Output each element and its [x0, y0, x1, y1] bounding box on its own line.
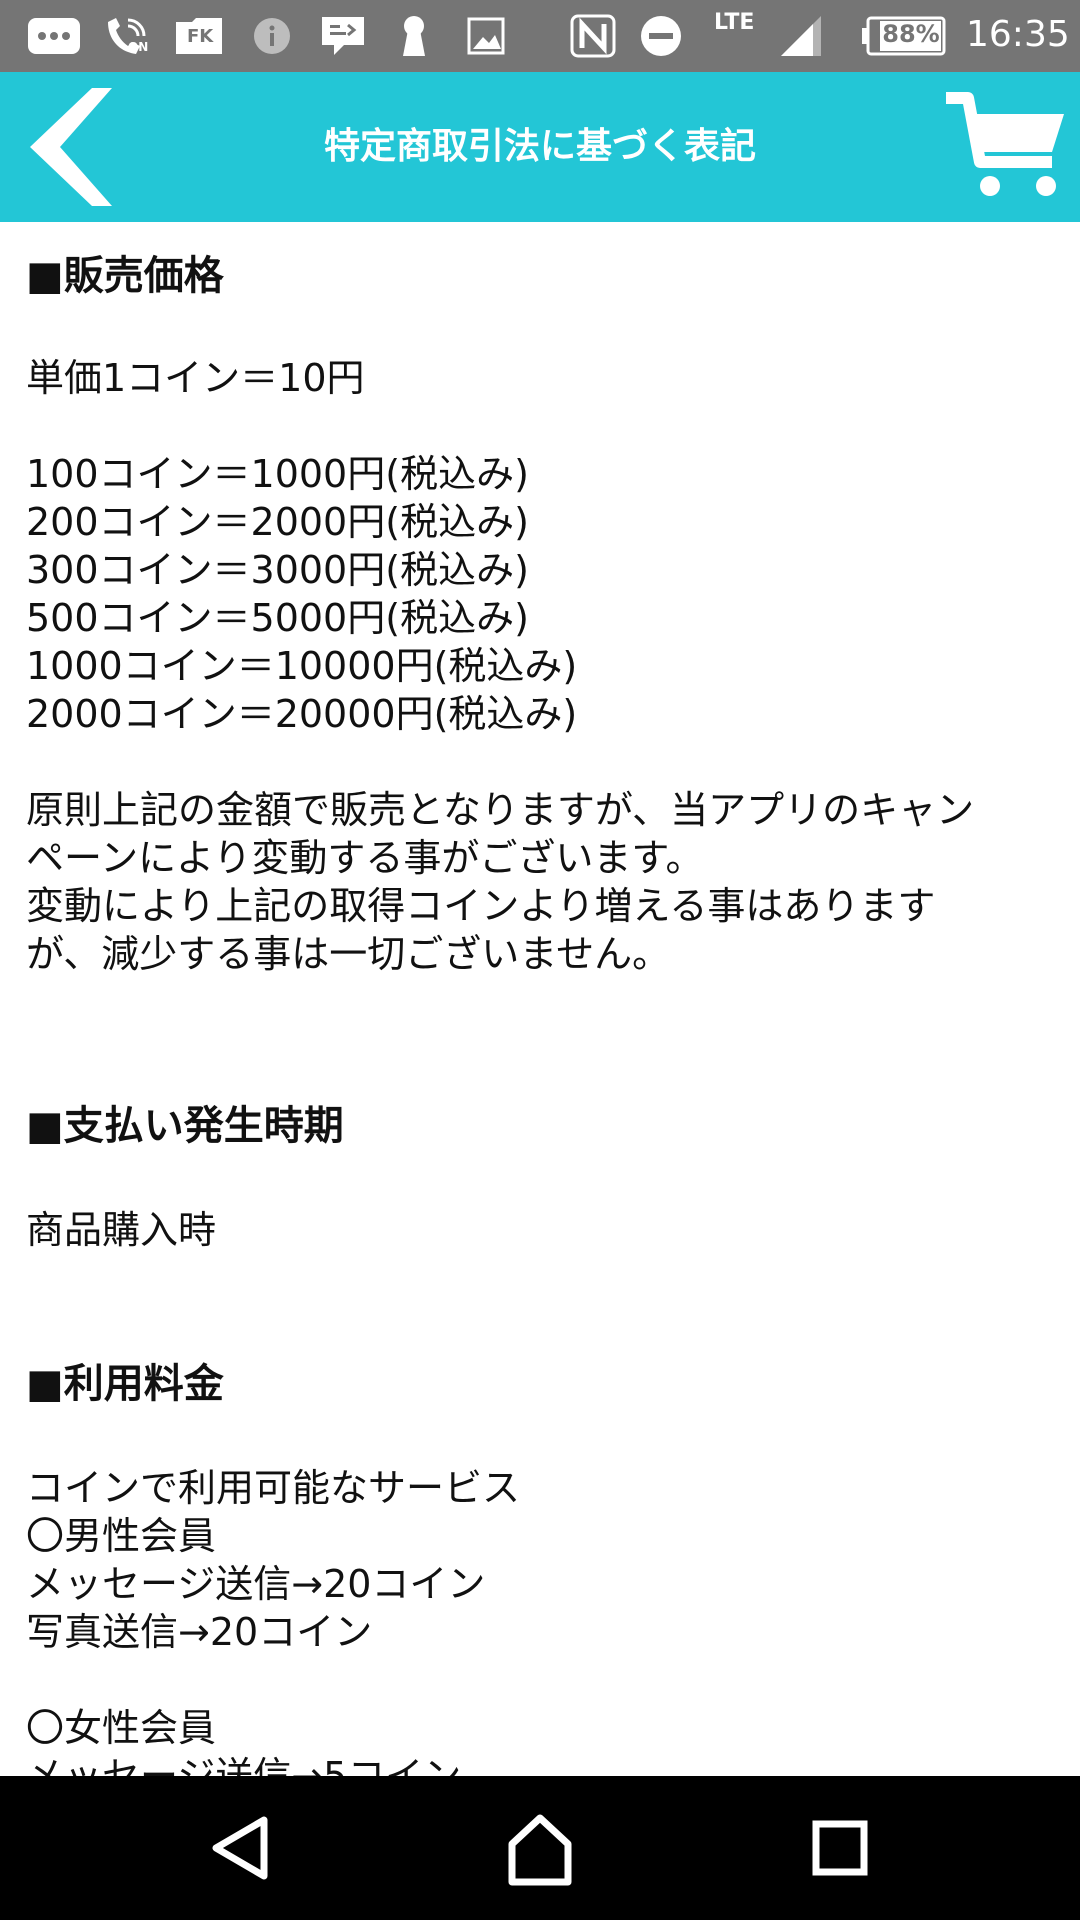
price-item: 2000コイン＝20000円(税込み) — [26, 692, 578, 736]
price-item: 100コイン＝1000円(税込み) — [26, 452, 529, 496]
female-member-heading: 〇女性会員 — [26, 1706, 217, 1750]
back-icon — [212, 1816, 268, 1880]
app-bar: 特定商取引法に基づく表記 — [0, 72, 1080, 222]
back-button[interactable] — [22, 84, 122, 210]
payment-timing: 商品購入時 — [26, 1208, 217, 1252]
clock: 16:35 — [966, 14, 1070, 55]
note-line: 変動により上記の取得コインより増える事はあります — [26, 884, 936, 928]
do-not-disturb-icon — [638, 14, 684, 58]
nav-back-button[interactable] — [192, 1798, 292, 1898]
navigation-bar — [0, 1776, 1080, 1920]
note-line: 原則上記の金額で販売となりますが、当アプリのキャン — [26, 788, 975, 832]
fk-label: FK — [187, 26, 214, 47]
nav-home-button[interactable] — [490, 1798, 590, 1898]
status-bar: ON FK LTE 88% 16:35 — [0, 0, 1080, 72]
fk-app-icon: FK — [174, 14, 224, 58]
keyhole-icon — [396, 14, 432, 58]
usage-item: メッセージ送信→5コイン — [26, 1754, 462, 1776]
nav-recents-button[interactable] — [790, 1798, 890, 1898]
section-heading-payment: ■支払い発生時期 — [26, 1103, 344, 1149]
price-notes: 原則上記の金額で販売となりますが、当アプリのキャン ペーンにより変動する事がござ… — [26, 786, 1056, 978]
price-item: 1000コイン＝10000円(税込み) — [26, 644, 578, 688]
cart-icon — [946, 92, 1064, 196]
note-line: が、減少する事は一切ございません。 — [26, 932, 671, 976]
section-heading-usage: ■利用料金 — [26, 1361, 224, 1407]
legal-content: ■販売価格 単価1コイン＝10円 100コイン＝1000円(税込み) 200コイ… — [26, 222, 1056, 1776]
battery-icon: 88% — [860, 14, 946, 58]
chevron-left-icon — [30, 88, 112, 206]
lte-label: LTE — [714, 10, 755, 35]
cart-button[interactable] — [940, 86, 1070, 208]
note-line: ペーンにより変動する事がございます。 — [26, 836, 704, 880]
price-item: 300コイン＝3000円(税込み) — [26, 548, 529, 592]
wifi-calling-icon: ON — [102, 14, 154, 58]
price-list: 100コイン＝1000円(税込み) 200コイン＝2000円(税込み) 300コ… — [26, 450, 1056, 738]
usage-intro: コインで利用可能なサービス — [26, 1466, 521, 1510]
info-icon — [250, 14, 294, 58]
usage-item: メッセージ送信→20コイン — [26, 1562, 486, 1606]
signal-icon — [778, 14, 824, 58]
price-item: 500コイン＝5000円(税込み) — [26, 596, 529, 640]
chat-icon — [320, 14, 366, 58]
usage-item: 写真送信→20コイン — [26, 1610, 373, 1654]
male-member-heading: 〇男性会員 — [26, 1514, 217, 1558]
section-heading-price: ■販売価格 — [26, 253, 224, 299]
battery-percent: 88% — [882, 20, 940, 48]
wifi-on-label: ON — [128, 40, 149, 54]
recents-icon — [812, 1820, 868, 1876]
home-icon — [508, 1814, 572, 1886]
price-item: 200コイン＝2000円(税込み) — [26, 500, 529, 544]
page-title: 特定商取引法に基づく表記 — [323, 126, 756, 167]
nfc-icon — [568, 14, 618, 58]
message-icon — [26, 14, 82, 58]
gallery-icon — [466, 14, 506, 58]
unit-price: 単価1コイン＝10円 — [26, 356, 365, 400]
